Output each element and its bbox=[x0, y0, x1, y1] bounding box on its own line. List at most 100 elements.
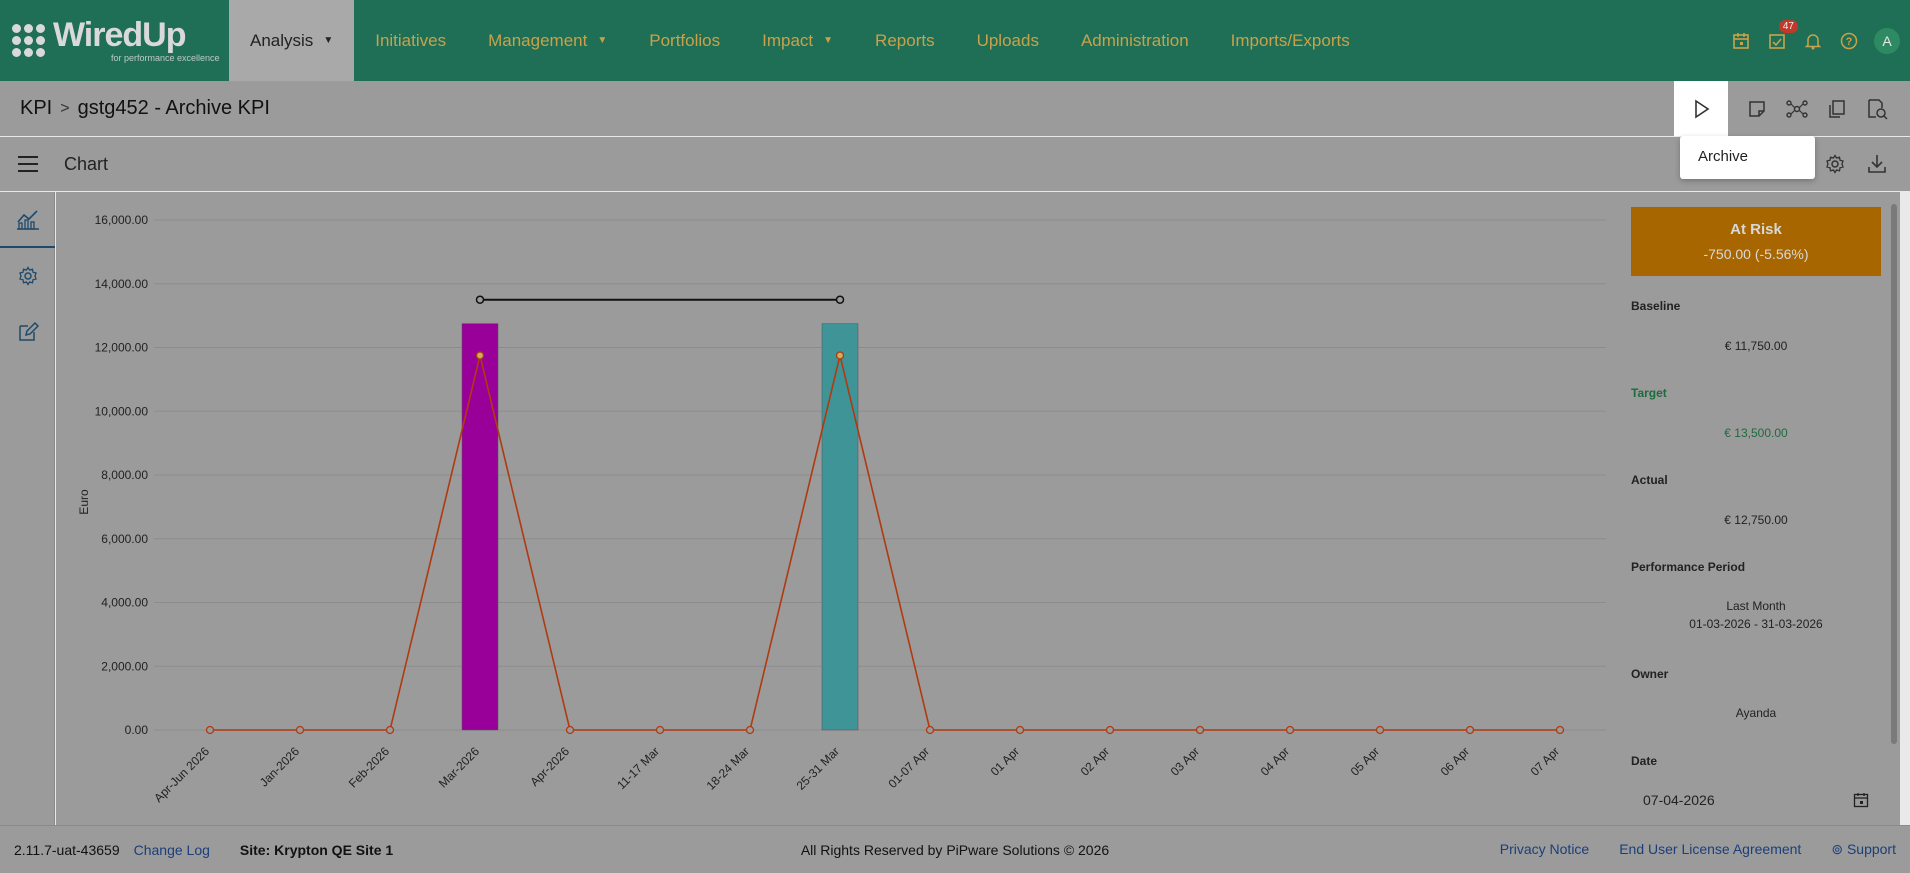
x-tick-label: 02 Apr bbox=[1078, 744, 1112, 778]
x-tick-label: Jan-2026 bbox=[257, 744, 303, 790]
x-tick-label: Feb-2026 bbox=[346, 744, 392, 790]
performance-period-name: Last Month bbox=[1726, 599, 1786, 613]
chart-point[interactable] bbox=[385, 725, 395, 735]
x-tick-label: Apr-2026 bbox=[527, 744, 572, 789]
network-icon[interactable] bbox=[1786, 98, 1808, 120]
chevron-down-icon: ▼ bbox=[597, 35, 608, 46]
target-point[interactable] bbox=[475, 295, 485, 304]
archive-menu-item[interactable]: Archive bbox=[1690, 144, 1805, 169]
support-link[interactable]: ⊚ Support bbox=[1831, 841, 1896, 858]
y-tick-label: 0.00 bbox=[125, 723, 149, 737]
panel-scrollbar[interactable] bbox=[1890, 192, 1898, 825]
avatar[interactable]: A bbox=[1874, 27, 1900, 54]
chart-point[interactable] bbox=[1465, 725, 1475, 735]
archive-popup-menu: Archive bbox=[1680, 136, 1815, 179]
settings-icon[interactable] bbox=[0, 248, 55, 304]
chart-section-title: Chart bbox=[64, 153, 109, 174]
target-point[interactable] bbox=[835, 295, 845, 304]
nav-impact[interactable]: Impact ▼ bbox=[741, 0, 854, 81]
chart-header: Chart bbox=[0, 137, 1910, 191]
chart-point[interactable] bbox=[205, 725, 215, 735]
y-tick-label: 14,000.00 bbox=[95, 277, 149, 291]
actual-label: Actual bbox=[1631, 473, 1668, 487]
task-icon[interactable]: 47 bbox=[1766, 19, 1798, 52]
y-tick-label: 2,000.00 bbox=[101, 659, 148, 673]
chart-point[interactable] bbox=[1375, 725, 1385, 735]
target-label: Target bbox=[1631, 386, 1667, 400]
date-label: Date bbox=[1631, 754, 1658, 768]
chart-point[interactable] bbox=[565, 725, 575, 735]
chart-point[interactable] bbox=[475, 351, 485, 360]
nav-administration[interactable]: Administration bbox=[1060, 0, 1210, 81]
logo-mark bbox=[12, 24, 45, 57]
y-tick-label: 4,000.00 bbox=[101, 596, 148, 610]
chart-point[interactable] bbox=[1285, 725, 1295, 735]
owner-value: Ayanda bbox=[1735, 706, 1777, 720]
kpi-summary-panel: At Risk -750.00 (-5.56%) Baseline € 11,7… bbox=[1630, 192, 1900, 825]
performance-period-range: 01-03-2026 - 31-03-2026 bbox=[1689, 617, 1823, 631]
x-tick-label: 07 Apr bbox=[1528, 744, 1562, 778]
chevron-down-icon: ▼ bbox=[823, 35, 834, 46]
nav-analysis[interactable]: Analysis ▼ bbox=[229, 0, 355, 81]
wiredup-logo[interactable]: WiredUp for performance excellence bbox=[0, 0, 229, 81]
play-button[interactable] bbox=[1674, 81, 1728, 136]
date-field[interactable]: 07-04-2026 bbox=[1631, 786, 1881, 814]
status-label: At Risk bbox=[1730, 221, 1782, 238]
privacy-notice-link[interactable]: Privacy Notice bbox=[1500, 841, 1589, 858]
chevron-right-icon: > bbox=[60, 99, 70, 117]
nav-initiatives[interactable]: Initiatives bbox=[354, 0, 467, 81]
target-value: € 13,500.00 bbox=[1724, 426, 1788, 440]
chart-point[interactable] bbox=[745, 725, 755, 735]
x-tick-label: 25-31 Mar bbox=[794, 744, 843, 793]
change-log-link[interactable]: Change Log bbox=[134, 842, 210, 858]
logo-tagline: for performance excellence bbox=[111, 53, 220, 63]
chart-sidebar bbox=[0, 192, 55, 825]
breadcrumb-root[interactable]: KPI bbox=[20, 97, 52, 120]
site-label: Site: Krypton QE Site 1 bbox=[239, 841, 394, 858]
nav-portfolios[interactable]: Portfolios bbox=[628, 0, 741, 81]
support-icon: ⊚ bbox=[1831, 841, 1847, 857]
eula-link[interactable]: End User License Agreement bbox=[1619, 841, 1801, 858]
status-variance: -750.00 (-5.56%) bbox=[1703, 246, 1809, 262]
actual-value: € 12,750.00 bbox=[1724, 513, 1788, 527]
logo-text: WiredUp bbox=[53, 16, 186, 54]
nav-imports-exports[interactable]: Imports/Exports bbox=[1210, 0, 1371, 81]
status-badge: At Risk -750.00 (-5.56%) bbox=[1631, 207, 1881, 276]
baseline-value: € 11,750.00 bbox=[1724, 339, 1788, 353]
page-title: gstg452 - Archive KPI bbox=[77, 97, 270, 119]
nav-management[interactable]: Management ▼ bbox=[467, 0, 628, 81]
chart-point[interactable] bbox=[1555, 725, 1565, 735]
breadcrumb: KPI > gstg452 - Archive KPI bbox=[0, 81, 1910, 136]
note-icon[interactable] bbox=[1746, 98, 1768, 120]
menu-icon[interactable] bbox=[18, 156, 38, 172]
download-icon[interactable] bbox=[1866, 153, 1888, 175]
settings-icon[interactable] bbox=[1824, 153, 1846, 175]
bell-icon[interactable] bbox=[1802, 30, 1824, 52]
baseline-label: Baseline bbox=[1631, 299, 1681, 313]
chart-icon[interactable] bbox=[0, 192, 55, 248]
top-navigation: WiredUp for performance excellence Analy… bbox=[0, 0, 1910, 81]
kpi-chart: 0.00 2,000.00 4,000.00 6,000.00 8,000.00 10,0… bbox=[56, 192, 1630, 825]
svg-text:?: ? bbox=[1846, 36, 1853, 48]
chart-point[interactable] bbox=[1195, 725, 1205, 735]
chart-point[interactable] bbox=[295, 725, 305, 735]
chart-point[interactable] bbox=[1105, 725, 1115, 735]
y-axis-label: Euro bbox=[77, 489, 91, 515]
help-icon[interactable]: ? bbox=[1838, 30, 1860, 52]
chart-bar[interactable] bbox=[821, 323, 859, 731]
x-tick-label: 01-07 Apr bbox=[885, 744, 932, 791]
edit-icon[interactable] bbox=[0, 304, 55, 360]
chart-point[interactable] bbox=[1015, 725, 1025, 735]
chart-point[interactable] bbox=[925, 725, 935, 735]
nav-reports[interactable]: Reports bbox=[854, 0, 956, 81]
calendar-icon[interactable] bbox=[1730, 30, 1752, 52]
nav-uploads[interactable]: Uploads bbox=[956, 0, 1060, 81]
x-tick-label: 05 Apr bbox=[1348, 744, 1382, 778]
copy-icon[interactable] bbox=[1826, 98, 1848, 120]
chart-point[interactable] bbox=[835, 351, 845, 360]
x-tick-label: 01 Apr bbox=[988, 744, 1022, 778]
chart-bar[interactable] bbox=[461, 323, 499, 731]
y-tick-label: 8,000.00 bbox=[101, 468, 148, 482]
search-document-icon[interactable] bbox=[1866, 98, 1888, 120]
chart-point[interactable] bbox=[655, 725, 665, 735]
